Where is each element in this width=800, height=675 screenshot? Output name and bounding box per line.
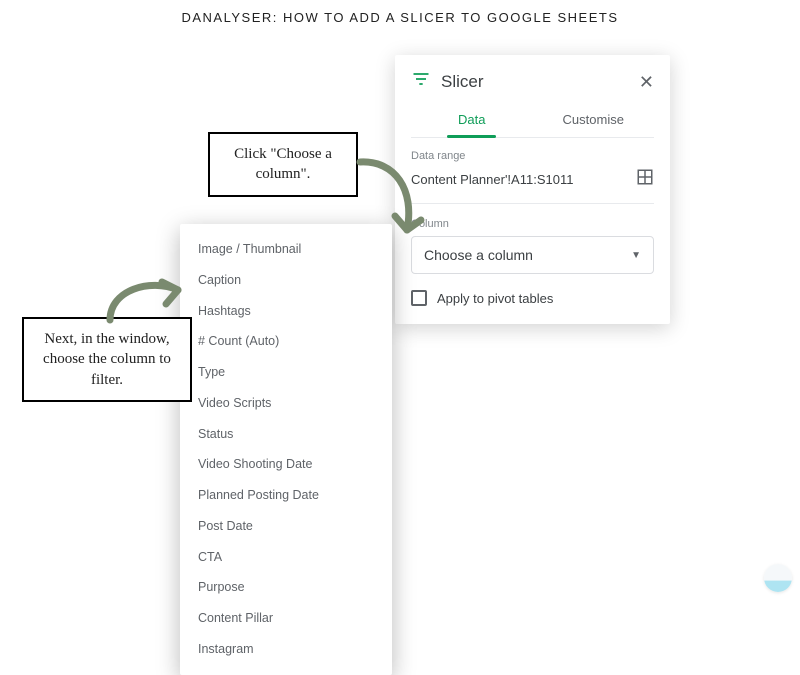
- slicer-tabs: Data Customise: [411, 104, 654, 138]
- list-item[interactable]: # Count (Auto): [180, 326, 392, 357]
- column-list: Image / Thumbnail Caption Hashtags # Cou…: [180, 224, 392, 675]
- filter-icon: [411, 69, 431, 94]
- data-range-row: Content Planner'!A11:S1011: [411, 168, 654, 204]
- list-item[interactable]: Video Shooting Date: [180, 449, 392, 480]
- list-item[interactable]: Post Date: [180, 511, 392, 542]
- close-icon[interactable]: ✕: [639, 73, 654, 91]
- list-item[interactable]: Image / Thumbnail: [180, 234, 392, 265]
- apply-pivot-label: Apply to pivot tables: [437, 291, 553, 306]
- column-label: Column: [411, 218, 654, 230]
- choose-column-dropdown[interactable]: Choose a column ▼: [411, 236, 654, 274]
- slicer-header: Slicer ✕: [411, 69, 654, 94]
- apply-pivot-row[interactable]: Apply to pivot tables: [411, 290, 654, 306]
- list-item[interactable]: Planned Posting Date: [180, 480, 392, 511]
- callout-step1: Click "Choose a column".: [208, 132, 358, 197]
- slicer-title-wrap: Slicer: [411, 69, 484, 94]
- list-item[interactable]: Content Pillar: [180, 603, 392, 634]
- list-item[interactable]: Instagram: [180, 634, 392, 665]
- list-item[interactable]: Status: [180, 419, 392, 450]
- list-item[interactable]: Hashtags: [180, 296, 392, 327]
- list-item[interactable]: Purpose: [180, 572, 392, 603]
- data-range-value: Content Planner'!A11:S1011: [411, 172, 573, 187]
- tab-customise[interactable]: Customise: [533, 104, 655, 137]
- dropdown-value: Choose a column: [424, 247, 533, 263]
- callout-step2: Next, in the window, choose the column t…: [22, 317, 192, 402]
- slicer-panel: Slicer ✕ Data Customise Data range Conte…: [395, 55, 670, 324]
- list-item[interactable]: Caption: [180, 265, 392, 296]
- data-range-label: Data range: [411, 150, 654, 162]
- list-item[interactable]: CTA: [180, 542, 392, 573]
- select-range-icon[interactable]: [636, 168, 654, 191]
- list-item[interactable]: Video Scripts: [180, 388, 392, 419]
- apply-pivot-checkbox[interactable]: [411, 290, 427, 306]
- slicer-title: Slicer: [441, 72, 484, 92]
- watermark-icon: [764, 564, 792, 592]
- page-title: DANALYSER: HOW TO ADD A SLICER TO GOOGLE…: [0, 10, 800, 25]
- tab-data[interactable]: Data: [411, 104, 533, 137]
- chevron-down-icon: ▼: [631, 250, 641, 261]
- list-item[interactable]: Type: [180, 357, 392, 388]
